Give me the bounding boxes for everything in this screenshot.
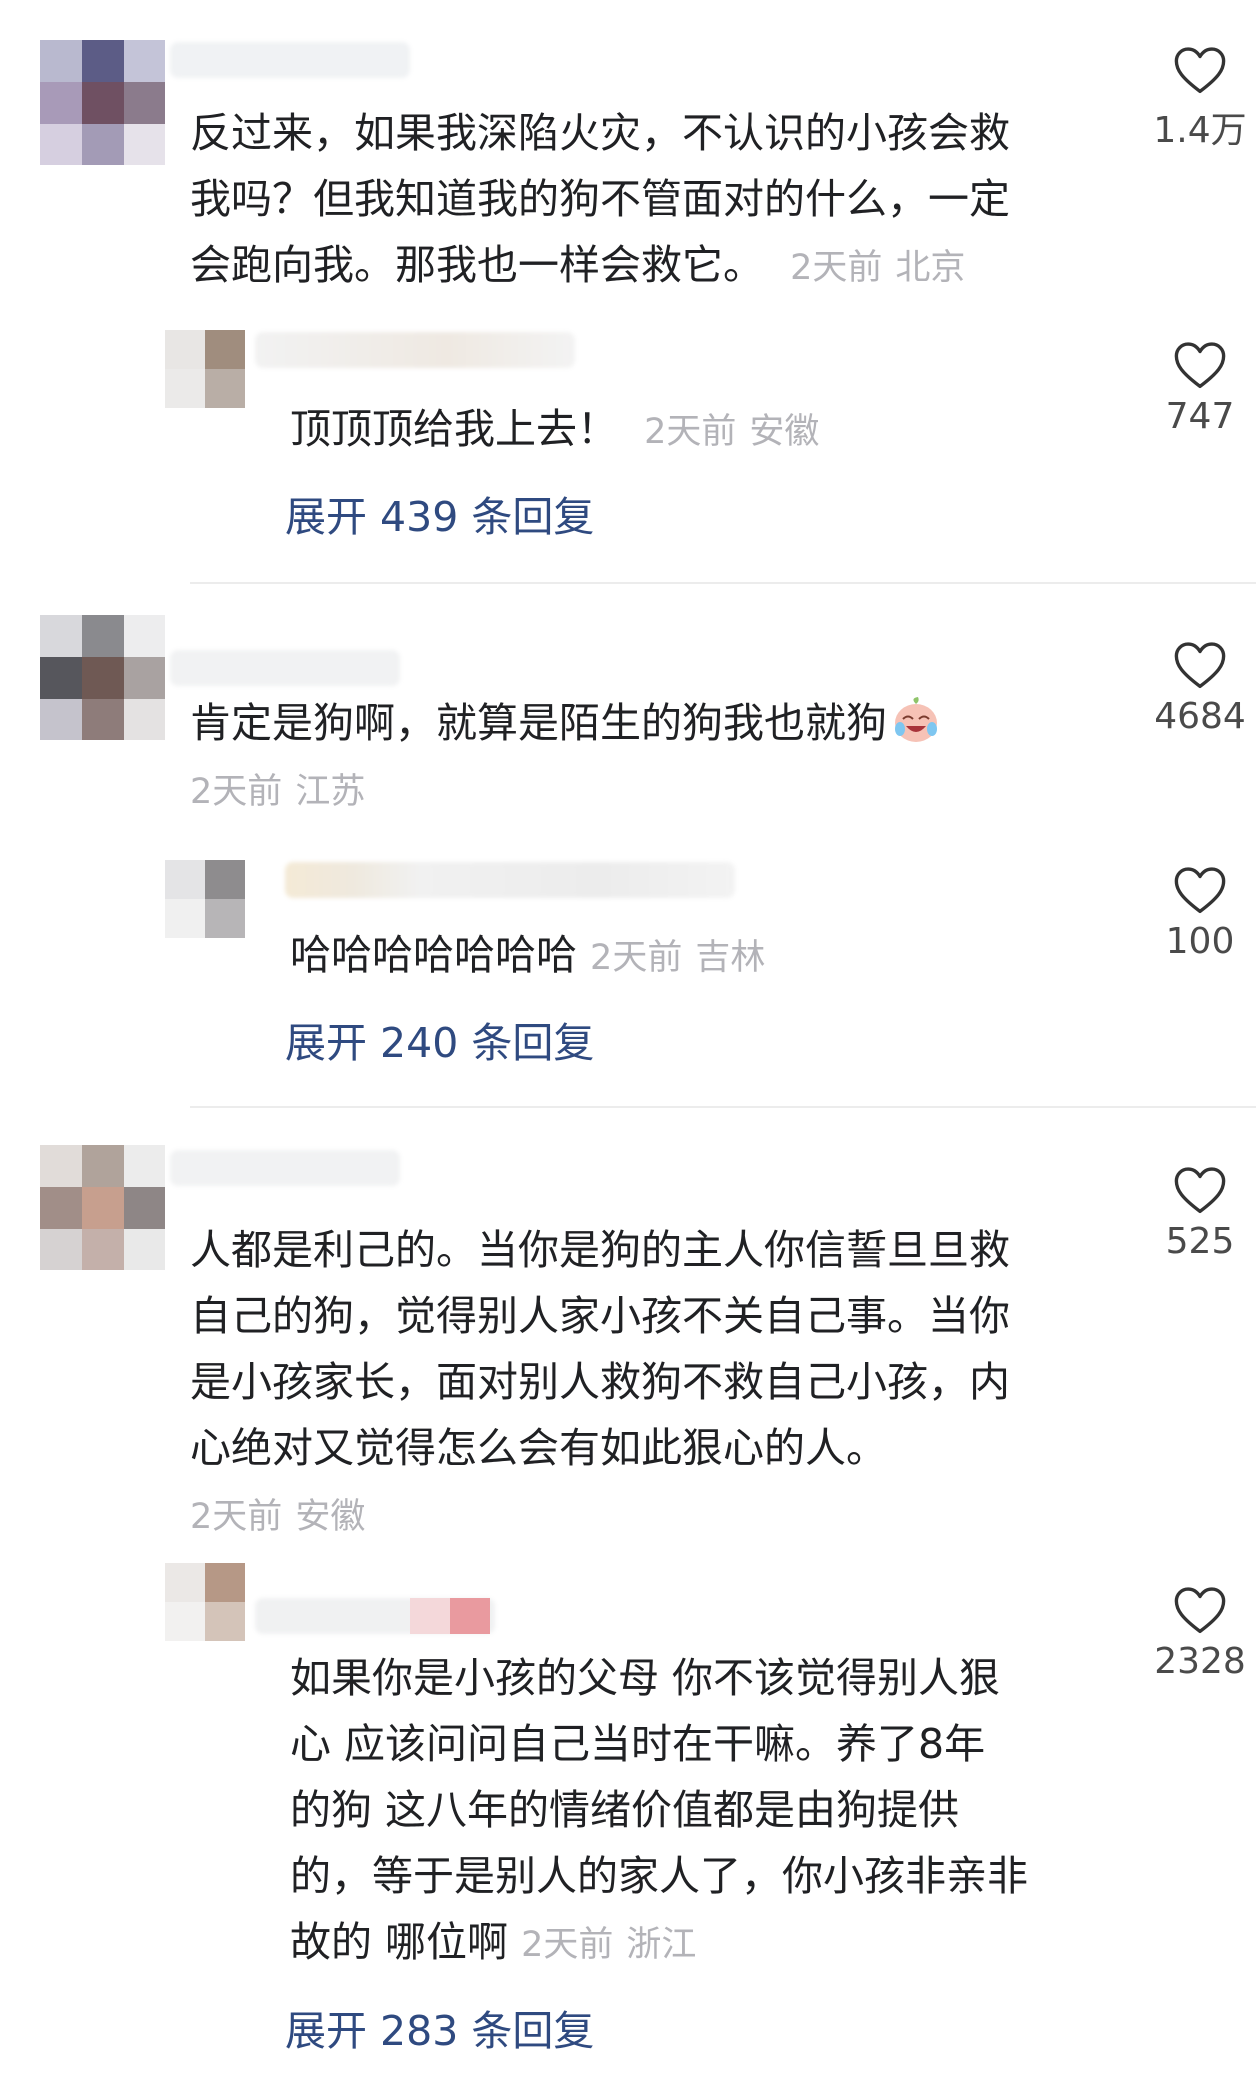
like-button[interactable]: 525	[1115, 1165, 1256, 1262]
heart-outline-icon	[1174, 642, 1226, 689]
reply-avatar[interactable]	[165, 1563, 245, 1641]
reply-avatar[interactable]	[165, 330, 245, 408]
reply-time: 2天前	[521, 1925, 614, 1965]
comment-location: 北京	[895, 248, 966, 288]
reply-time: 2天前	[590, 938, 683, 978]
reply-text: 如果你是小孩的父母 你不该觉得别人狠 心 应该问问自己当时在干嘛。养了8年 的狗…	[290, 1654, 1028, 1966]
reply-text-row: 哈哈哈哈哈哈哈 2天前 吉林	[290, 922, 765, 991]
comment-time: 2天前	[190, 772, 283, 812]
like-button[interactable]: 4684	[1115, 640, 1256, 737]
like-count: 525	[1165, 1221, 1235, 1262]
like-count: 1.4万	[1153, 110, 1247, 151]
heart-outline-icon	[1174, 342, 1226, 389]
reply-username[interactable]	[255, 332, 575, 368]
reply-text: 哈哈哈哈哈哈哈	[290, 931, 577, 979]
crying-laughing-emoji-icon	[891, 695, 941, 745]
reply-text-row: 顶顶顶给我上去！ 2天前 安徽	[290, 396, 819, 465]
like-count: 2328	[1154, 1641, 1246, 1682]
divider	[190, 582, 1256, 584]
avatar[interactable]	[40, 1145, 165, 1270]
avatar[interactable]	[40, 40, 165, 165]
like-count: 4684	[1154, 696, 1246, 737]
reply-location: 浙江	[626, 1925, 697, 1965]
avatar[interactable]	[40, 615, 165, 740]
comment-time: 2天前	[790, 248, 883, 288]
heart-outline-icon	[1174, 47, 1226, 94]
heart-outline-icon	[1174, 1587, 1226, 1634]
reply-like-button[interactable]: 2328	[1115, 1585, 1256, 1682]
expand-replies-link[interactable]: 展开 283 条回复	[285, 1997, 594, 2057]
heart-outline-icon	[1174, 1167, 1226, 1214]
reply-like-button[interactable]: 100	[1115, 865, 1256, 962]
comment-location: 江苏	[295, 772, 366, 812]
reply-location: 吉林	[695, 938, 766, 978]
comment-text: 反过来，如果我深陷火灾，不认识的小孩会救 我吗？但我知道我的狗不管面对的什么，一…	[190, 109, 1010, 289]
comment-text: 人都是利己的。当你是狗的主人你信誓旦旦救 自己的狗，觉得别人家小孩不关自己事。当…	[190, 1226, 1010, 1537]
comment-time: 2天前	[190, 1497, 283, 1537]
expand-replies-link[interactable]: 展开 240 条回复	[285, 1009, 594, 1069]
comment-text: 肯定是狗啊，就算是陌生的狗我也就狗 2天前 江苏	[190, 690, 1120, 825]
reply-text: 顶顶顶给我上去！	[290, 405, 618, 453]
reply-username[interactable]	[285, 862, 735, 898]
heart-outline-icon	[1174, 867, 1226, 914]
comment-location: 安徽	[295, 1497, 366, 1537]
reply-username-badge	[410, 1598, 490, 1634]
username[interactable]	[170, 42, 410, 78]
reply-avatar[interactable]	[165, 860, 245, 938]
divider	[190, 1106, 1256, 1108]
like-count: 747	[1165, 396, 1235, 437]
username[interactable]	[170, 650, 400, 686]
reply-location: 安徽	[749, 412, 820, 452]
like-button[interactable]: 1.4万	[1115, 45, 1256, 153]
reply-time: 2天前	[644, 412, 737, 452]
expand-replies-link[interactable]: 展开 439 条回复	[285, 483, 594, 543]
username[interactable]	[170, 1150, 400, 1186]
reply-like-button[interactable]: 747	[1115, 340, 1256, 437]
like-count: 100	[1165, 921, 1235, 962]
